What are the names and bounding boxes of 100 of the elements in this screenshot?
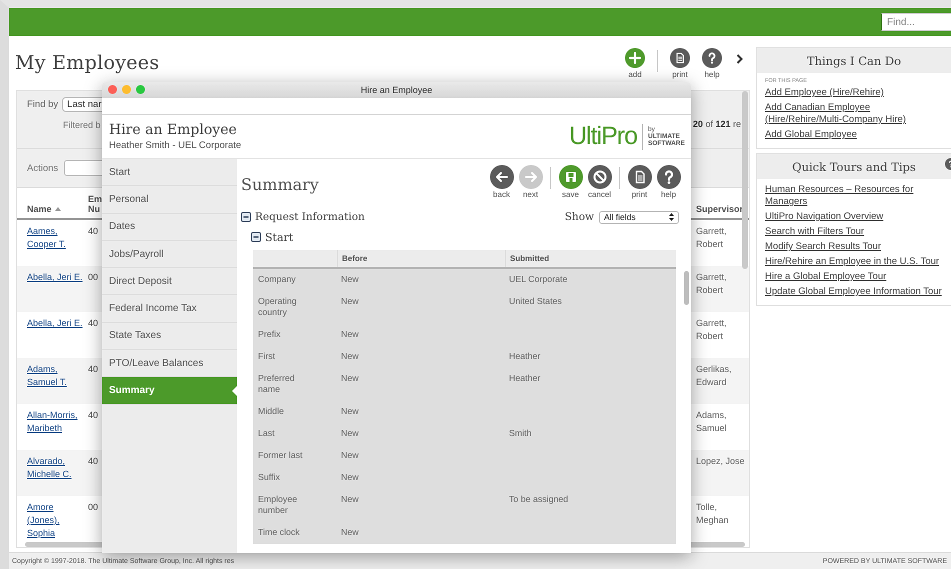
dialog-heading: Hire an Employee [109, 122, 238, 138]
table-cell-text: 40 [88, 409, 100, 422]
table-cell-text: Garrett, Robert [696, 317, 728, 343]
employee-name-link[interactable]: Adams, Samuel T. [27, 363, 88, 389]
section-heading: Request Information [255, 211, 365, 223]
help-button[interactable]: help [655, 165, 682, 199]
show-select[interactable]: All fields [599, 210, 679, 224]
task-link[interactable]: Add Global Employee [765, 129, 943, 141]
help-icon[interactable] [702, 48, 722, 68]
cancel-button[interactable]: cancel [586, 165, 613, 199]
section-title: Summary [241, 175, 319, 194]
column-header: Before [337, 250, 505, 267]
task-link[interactable]: Add Canadian Employee (Hire/Rehire/Multi-Company Hire) [765, 102, 943, 126]
field-label: Company [257, 274, 297, 285]
table-cell-text: 00 [88, 271, 100, 284]
collapse-icon[interactable] [241, 212, 251, 222]
chevron-right-icon[interactable] [736, 54, 743, 64]
search-field[interactable]: Find... [881, 13, 951, 31]
window-title: Hire an Employee [360, 85, 432, 95]
table-cell-text: New [340, 373, 360, 385]
table-cell-text: To be assigned [508, 494, 570, 506]
tour-link[interactable]: Hire/Rehire an Employee in the U.S. Tour [765, 256, 943, 268]
nav-item[interactable]: Jobs/Payroll [102, 240, 237, 268]
employee-name-link[interactable]: Allan-Morris, Maribeth [27, 409, 88, 435]
table-cell-text: Garrett, Robert [696, 271, 728, 297]
employee-name-link[interactable]: Alvarado, Michelle C. [27, 455, 88, 481]
table-cell-text: New [340, 527, 360, 538]
column-header[interactable]: Name [27, 204, 52, 214]
table-cell-text: New [340, 472, 360, 483]
subsection-heading: Start [265, 230, 294, 244]
scrollbar[interactable] [684, 271, 689, 305]
field-label: Employee number [257, 494, 298, 516]
filtered-label: Filtered b [63, 120, 101, 130]
save-button[interactable]: save [557, 165, 584, 199]
field-label: Preferred name [257, 373, 296, 395]
table-cell-text: 40 [88, 363, 100, 376]
tour-link[interactable]: Human Resources – Resources for Managers [765, 184, 943, 208]
table-cell-text: 40 [88, 317, 100, 330]
table-cell-text: New [340, 329, 360, 340]
field-label: Prefix [257, 329, 282, 340]
table-cell-text: Gerlikas, Edward [696, 363, 733, 389]
dialog-subheading: Heather Smith - UEL Corporate [109, 140, 242, 151]
print-button[interactable]: print [626, 165, 653, 199]
actions-label: Actions [27, 162, 58, 174]
nav-item[interactable]: Personal [102, 186, 237, 214]
save-icon[interactable] [558, 165, 582, 189]
table-cell-text: Garrett, Robert [696, 225, 728, 251]
field-label: First [257, 351, 276, 362]
scrollbar[interactable] [742, 91, 748, 269]
table-cell-text: Adams, Samuel [696, 409, 728, 435]
table-cell-text: 40 [88, 455, 100, 468]
field-label: Former last [257, 450, 304, 461]
column-header[interactable]: Supervisor [696, 204, 744, 214]
column-header[interactable]: Em Nu [88, 194, 104, 214]
collapse-icon[interactable] [251, 232, 261, 242]
nav-item[interactable]: Start [102, 159, 237, 186]
employee-name-link[interactable]: Abella, Jeri E. [27, 317, 88, 330]
nav-item[interactable]: Direct Deposit [102, 268, 237, 296]
table-cell-text: New [340, 494, 360, 506]
tour-link[interactable]: Hire a Global Employee Tour [765, 271, 943, 283]
nav-item[interactable]: State Taxes [102, 322, 237, 350]
nav-item[interactable]: Federal Income Tax [102, 295, 237, 323]
cancel-icon[interactable] [588, 165, 612, 189]
table-cell-text: 40 [88, 225, 100, 238]
logo-wordmark: UltiPro [568, 122, 637, 151]
table-cell-text: United States [508, 296, 563, 308]
tour-link[interactable]: Search with Filters Tour [765, 226, 943, 238]
employee-name-link[interactable]: Abella, Jeri E. [27, 271, 88, 284]
back-button[interactable]: back [488, 165, 515, 199]
tour-link[interactable]: UltiPro Navigation Overview [765, 211, 943, 223]
print-button[interactable]: print [670, 48, 690, 79]
add-button[interactable]: add [625, 48, 645, 79]
tour-link[interactable]: Update Global Employee Information Tour [765, 286, 943, 298]
print-icon[interactable] [628, 165, 652, 189]
nav-item[interactable]: Dates [102, 214, 237, 241]
table-cell-text: Heather [508, 373, 542, 385]
table-cell-text: 00 [88, 501, 100, 514]
employee-name-link[interactable]: Aames, Cooper T. [27, 225, 88, 251]
field-label: Time clock [257, 527, 301, 538]
print-icon[interactable] [670, 48, 690, 68]
table-cell-text: New [340, 406, 360, 417]
page-title: My Employees [15, 52, 160, 74]
field-label: Operating country [257, 296, 298, 318]
field-label: Middle [257, 406, 285, 417]
field-label: Suffix [257, 472, 281, 483]
help-icon[interactable] [656, 165, 680, 189]
task-link[interactable]: Add Employee (Hire/Rehire) [765, 87, 943, 99]
record-count: 20 of 121 re [692, 119, 741, 129]
tour-link[interactable]: Modify Search Results Tour [765, 241, 943, 253]
table-cell-text: UEL Corporate [508, 274, 568, 285]
help-button[interactable]: help [702, 48, 722, 79]
table-cell-text: New [340, 450, 360, 461]
table-cell-text: Smith [508, 428, 532, 439]
table-cell-text: New [340, 351, 360, 362]
add-icon[interactable] [625, 48, 645, 68]
table-cell-text: Heather [508, 351, 542, 362]
show-label: Show [564, 211, 594, 223]
table-cell-text: Lopez, Jose [696, 455, 746, 468]
nav-item[interactable]: Summary [102, 377, 237, 405]
employee-name-link[interactable]: Amore (Jones), Sophia [27, 501, 88, 540]
